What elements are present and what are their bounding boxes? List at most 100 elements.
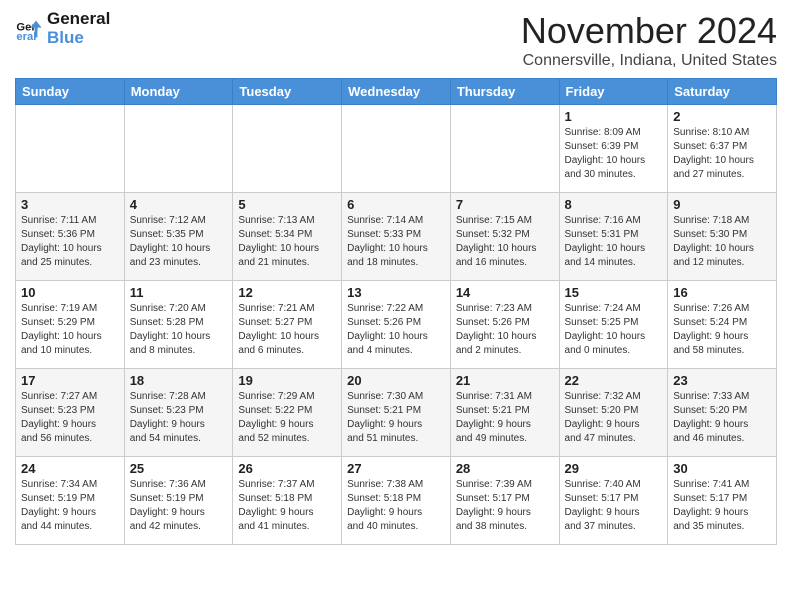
day-info: Sunrise: 7:37 AM Sunset: 5:18 PM Dayligh… (238, 478, 336, 534)
title-block: November 2024 Connersville, Indiana, Uni… (521, 10, 777, 70)
day-number: 23 (673, 373, 771, 388)
day-info: Sunrise: 7:27 AM Sunset: 5:23 PM Dayligh… (21, 390, 119, 446)
calendar-cell (450, 105, 559, 193)
day-number: 18 (130, 373, 228, 388)
logo: Gen eral General Blue (15, 10, 110, 47)
calendar-table: SundayMondayTuesdayWednesdayThursdayFrid… (15, 78, 777, 545)
day-info: Sunrise: 7:13 AM Sunset: 5:34 PM Dayligh… (238, 214, 336, 270)
day-number: 17 (21, 373, 119, 388)
day-number: 28 (456, 461, 554, 476)
day-number: 24 (21, 461, 119, 476)
day-info: Sunrise: 7:16 AM Sunset: 5:31 PM Dayligh… (565, 214, 663, 270)
day-number: 3 (21, 197, 119, 212)
weekday-header: Wednesday (342, 79, 451, 105)
day-info: Sunrise: 7:20 AM Sunset: 5:28 PM Dayligh… (130, 302, 228, 358)
weekday-header: Monday (124, 79, 233, 105)
day-info: Sunrise: 7:41 AM Sunset: 5:17 PM Dayligh… (673, 478, 771, 534)
calendar-cell: 1 Sunrise: 8:09 AM Sunset: 6:39 PM Daylig… (559, 105, 668, 193)
day-info: Sunrise: 7:24 AM Sunset: 5:25 PM Dayligh… (565, 302, 663, 358)
day-info: Sunrise: 7:11 AM Sunset: 5:36 PM Dayligh… (21, 214, 119, 270)
day-info: Sunrise: 7:18 AM Sunset: 5:30 PM Dayligh… (673, 214, 771, 270)
calendar-week-row: 1 Sunrise: 8:09 AM Sunset: 6:39 PM Daylig… (16, 105, 777, 193)
calendar-cell: 13 Sunrise: 7:22 AM Sunset: 5:26 PM Dayli… (342, 281, 451, 369)
day-info: Sunrise: 7:34 AM Sunset: 5:19 PM Dayligh… (21, 478, 119, 534)
day-number: 21 (456, 373, 554, 388)
day-number: 15 (565, 285, 663, 300)
calendar-cell: 23 Sunrise: 7:33 AM Sunset: 5:20 PM Dayli… (668, 369, 777, 457)
calendar-cell: 18Sunrise: 7:28 AM Sunset: 5:23 PM Dayli… (124, 369, 233, 457)
calendar-cell: 30 Sunrise: 7:41 AM Sunset: 5:17 PM Dayli… (668, 457, 777, 545)
day-number: 22 (565, 373, 663, 388)
day-number: 27 (347, 461, 445, 476)
day-info: Sunrise: 7:23 AM Sunset: 5:26 PM Dayligh… (456, 302, 554, 358)
calendar-cell: 25 Sunrise: 7:36 AM Sunset: 5:19 PM Dayli… (124, 457, 233, 545)
day-number: 16 (673, 285, 771, 300)
calendar-cell: 15 Sunrise: 7:24 AM Sunset: 5:25 PM Dayli… (559, 281, 668, 369)
calendar-cell: 16 Sunrise: 7:26 AM Sunset: 5:24 PM Dayli… (668, 281, 777, 369)
day-info: Sunrise: 7:21 AM Sunset: 5:27 PM Dayligh… (238, 302, 336, 358)
calendar-cell: 7Sunrise: 7:15 AM Sunset: 5:32 PM Daylig… (450, 193, 559, 281)
calendar-week-row: 3 Sunrise: 7:11 AM Sunset: 5:36 PM Daylig… (16, 193, 777, 281)
calendar-cell: 9 Sunrise: 7:18 AM Sunset: 5:30 PM Daylig… (668, 193, 777, 281)
day-number: 11 (130, 285, 228, 300)
calendar-cell: 26 Sunrise: 7:37 AM Sunset: 5:18 PM Dayli… (233, 457, 342, 545)
calendar-cell: 8Sunrise: 7:16 AM Sunset: 5:31 PM Daylig… (559, 193, 668, 281)
day-info: Sunrise: 7:26 AM Sunset: 5:24 PM Dayligh… (673, 302, 771, 358)
calendar-cell: 6 Sunrise: 7:14 AM Sunset: 5:33 PM Daylig… (342, 193, 451, 281)
location-title: Connersville, Indiana, United States (521, 52, 777, 70)
day-number: 19 (238, 373, 336, 388)
day-info: Sunrise: 8:09 AM Sunset: 6:39 PM Dayligh… (565, 126, 663, 182)
svg-text:eral: eral (16, 31, 36, 43)
calendar-cell: 2Sunrise: 8:10 AM Sunset: 6:37 PM Daylig… (668, 105, 777, 193)
calendar-cell: 12 Sunrise: 7:21 AM Sunset: 5:27 PM Dayli… (233, 281, 342, 369)
calendar-cell: 20Sunrise: 7:30 AM Sunset: 5:21 PM Dayli… (342, 369, 451, 457)
day-info: Sunrise: 7:36 AM Sunset: 5:19 PM Dayligh… (130, 478, 228, 534)
weekday-header: Saturday (668, 79, 777, 105)
day-number: 12 (238, 285, 336, 300)
day-info: Sunrise: 7:14 AM Sunset: 5:33 PM Dayligh… (347, 214, 445, 270)
weekday-header: Sunday (16, 79, 125, 105)
day-number: 9 (673, 197, 771, 212)
calendar-week-row: 17 Sunrise: 7:27 AM Sunset: 5:23 PM Dayli… (16, 369, 777, 457)
day-number: 26 (238, 461, 336, 476)
day-number: 14 (456, 285, 554, 300)
day-info: Sunrise: 7:19 AM Sunset: 5:29 PM Dayligh… (21, 302, 119, 358)
day-number: 1 (565, 109, 663, 124)
day-info: Sunrise: 8:10 AM Sunset: 6:37 PM Dayligh… (673, 126, 771, 182)
day-info: Sunrise: 7:40 AM Sunset: 5:17 PM Dayligh… (565, 478, 663, 534)
calendar-week-row: 10 Sunrise: 7:19 AM Sunset: 5:29 PM Dayli… (16, 281, 777, 369)
calendar-week-row: 24 Sunrise: 7:34 AM Sunset: 5:19 PM Dayli… (16, 457, 777, 545)
day-number: 30 (673, 461, 771, 476)
calendar-cell: 24 Sunrise: 7:34 AM Sunset: 5:19 PM Dayli… (16, 457, 125, 545)
day-info: Sunrise: 7:31 AM Sunset: 5:21 PM Dayligh… (456, 390, 554, 446)
day-number: 10 (21, 285, 119, 300)
day-info: Sunrise: 7:12 AM Sunset: 5:35 PM Dayligh… (130, 214, 228, 270)
day-number: 25 (130, 461, 228, 476)
day-info: Sunrise: 7:30 AM Sunset: 5:21 PM Dayligh… (347, 390, 445, 446)
day-number: 13 (347, 285, 445, 300)
calendar-cell: 27Sunrise: 7:38 AM Sunset: 5:18 PM Dayli… (342, 457, 451, 545)
calendar-cell (124, 105, 233, 193)
calendar-cell: 29Sunrise: 7:40 AM Sunset: 5:17 PM Dayli… (559, 457, 668, 545)
day-info: Sunrise: 7:22 AM Sunset: 5:26 PM Dayligh… (347, 302, 445, 358)
calendar-header-row: SundayMondayTuesdayWednesdayThursdayFrid… (16, 79, 777, 105)
day-info: Sunrise: 7:39 AM Sunset: 5:17 PM Dayligh… (456, 478, 554, 534)
calendar-cell: 10 Sunrise: 7:19 AM Sunset: 5:29 PM Dayli… (16, 281, 125, 369)
logo-general: General (47, 10, 110, 29)
day-number: 5 (238, 197, 336, 212)
calendar-cell: 14 Sunrise: 7:23 AM Sunset: 5:26 PM Dayli… (450, 281, 559, 369)
calendar-cell: 17 Sunrise: 7:27 AM Sunset: 5:23 PM Dayli… (16, 369, 125, 457)
day-info: Sunrise: 7:15 AM Sunset: 5:32 PM Dayligh… (456, 214, 554, 270)
weekday-header: Tuesday (233, 79, 342, 105)
day-info: Sunrise: 7:29 AM Sunset: 5:22 PM Dayligh… (238, 390, 336, 446)
weekday-header: Friday (559, 79, 668, 105)
page-header: Gen eral General Blue November 2024 Conn… (15, 10, 777, 70)
calendar-cell: 3 Sunrise: 7:11 AM Sunset: 5:36 PM Daylig… (16, 193, 125, 281)
calendar-cell (342, 105, 451, 193)
day-number: 6 (347, 197, 445, 212)
month-title: November 2024 (521, 10, 777, 52)
calendar-cell (16, 105, 125, 193)
day-info: Sunrise: 7:33 AM Sunset: 5:20 PM Dayligh… (673, 390, 771, 446)
day-info: Sunrise: 7:32 AM Sunset: 5:20 PM Dayligh… (565, 390, 663, 446)
day-number: 4 (130, 197, 228, 212)
